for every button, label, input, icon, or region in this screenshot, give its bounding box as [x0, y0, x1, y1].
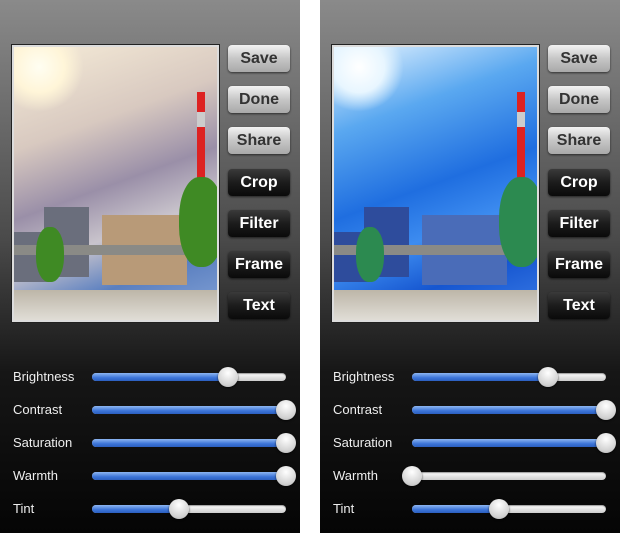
warmth-label: Warmth: [333, 468, 379, 483]
slider-fill: [92, 406, 286, 414]
text-button[interactable]: Text: [228, 292, 290, 320]
slider-thumb[interactable]: [596, 433, 616, 453]
frame-button[interactable]: Frame: [548, 251, 610, 278]
slider-fill: [92, 505, 180, 513]
slider-thumb[interactable]: [276, 466, 296, 486]
contrast-slider[interactable]: [412, 400, 616, 420]
filter-button[interactable]: Filter: [548, 209, 610, 237]
tint-slider[interactable]: [92, 499, 286, 519]
warmth-slider[interactable]: [402, 466, 606, 486]
photo-preview[interactable]: [12, 45, 219, 322]
saturation-label: Saturation: [333, 435, 393, 450]
brightness-slider[interactable]: [412, 367, 606, 387]
tint-label: Tint: [333, 501, 355, 516]
slider-fill: [412, 373, 548, 381]
photo: [14, 47, 217, 320]
share-button[interactable]: Share: [548, 127, 610, 155]
save-button[interactable]: Save: [548, 45, 610, 72]
slider-fill: [412, 505, 500, 513]
brightness-label: Brightness: [333, 369, 395, 384]
done-button[interactable]: Done: [228, 86, 290, 114]
contrast-label: Contrast: [333, 402, 383, 417]
save-button[interactable]: Save: [228, 45, 290, 72]
slider-fill: [92, 472, 286, 480]
share-button[interactable]: Share: [228, 127, 290, 155]
slider-thumb[interactable]: [537, 367, 558, 387]
filter-button[interactable]: Filter: [228, 209, 290, 237]
warmth-label: Warmth: [13, 468, 59, 483]
slider-fill: [412, 439, 606, 447]
tree: [36, 227, 64, 282]
crop-button[interactable]: Crop: [228, 168, 290, 196]
text-button[interactable]: Text: [548, 292, 610, 320]
warmth-slider[interactable]: [92, 466, 296, 486]
slider-fill: [412, 406, 606, 414]
slider-thumb[interactable]: [217, 367, 238, 387]
tree: [356, 227, 384, 282]
slider-thumb[interactable]: [402, 466, 422, 486]
slider-fill: [92, 373, 228, 381]
road: [334, 290, 537, 320]
saturation-label: Saturation: [13, 435, 73, 450]
brightness-label: Brightness: [13, 369, 75, 384]
crop-button[interactable]: Crop: [548, 168, 610, 196]
editor-screen-2: Save Done Share Crop Filter Frame Text Brightne…: [320, 0, 620, 533]
tree: [179, 177, 217, 267]
sun: [334, 47, 404, 112]
slider-thumb[interactable]: [276, 400, 296, 420]
slider-thumb[interactable]: [276, 433, 296, 453]
saturation-slider[interactable]: [92, 433, 296, 453]
frame-button[interactable]: Frame: [228, 251, 290, 278]
slider-fill: [92, 439, 286, 447]
photo-preview[interactable]: [332, 45, 539, 322]
contrast-label: Contrast: [13, 402, 63, 417]
tint-slider[interactable]: [412, 499, 606, 519]
saturation-slider[interactable]: [412, 433, 616, 453]
tint-label: Tint: [13, 501, 35, 516]
slider-thumb[interactable]: [169, 499, 190, 519]
brightness-slider[interactable]: [92, 367, 286, 387]
road: [14, 290, 217, 320]
photo: [334, 47, 537, 320]
contrast-slider[interactable]: [92, 400, 296, 420]
tree: [499, 177, 537, 267]
slider-thumb[interactable]: [596, 400, 616, 420]
slider-thumb[interactable]: [489, 499, 510, 519]
editor-screen-1: Save Done Share Crop Filter Frame Text Brightne…: [0, 0, 300, 533]
done-button[interactable]: Done: [548, 86, 610, 114]
sun: [14, 47, 84, 112]
